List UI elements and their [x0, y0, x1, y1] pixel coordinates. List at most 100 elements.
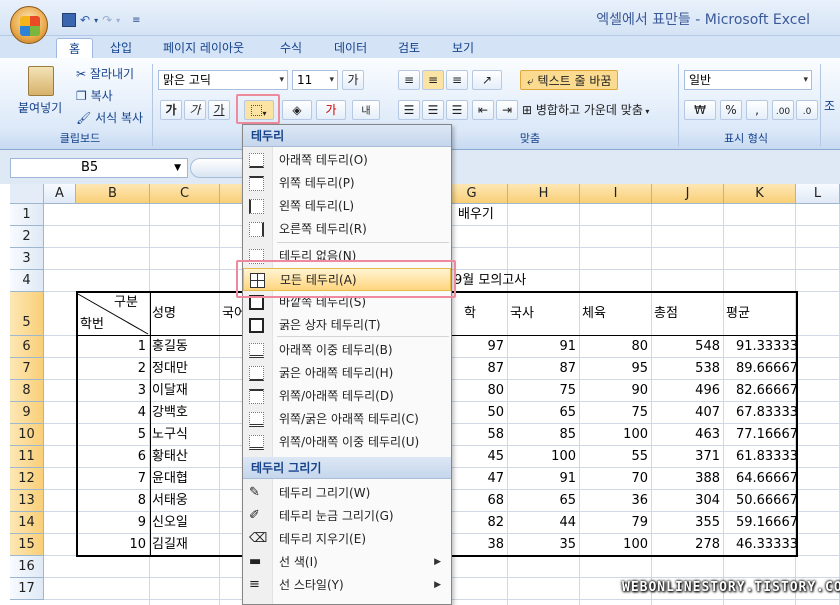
column-header-c[interactable]: C — [150, 184, 220, 204]
header-history[interactable]: 국사 — [510, 303, 534, 325]
bold-button[interactable]: 가 — [160, 100, 182, 120]
score-i-cell[interactable]: 79 — [580, 512, 648, 534]
menu-item-border-11[interactable]: 위쪽/아래쪽 테두리(D) — [243, 385, 451, 408]
tab-home[interactable]: 홈 — [56, 38, 94, 58]
paste-button[interactable]: 붙여넣기 — [18, 98, 62, 118]
tab-formulas[interactable]: 수식 — [280, 38, 302, 58]
align-center-button[interactable]: ☰ — [422, 100, 444, 120]
score-i-cell[interactable]: 55 — [580, 446, 648, 468]
student-name-cell[interactable]: 서태웅 — [152, 490, 188, 512]
row-header-2[interactable]: 2 — [10, 226, 44, 248]
styles-group-truncated[interactable]: 조 — [824, 96, 835, 116]
student-name-cell[interactable]: 황태산 — [152, 446, 188, 468]
tab-review[interactable]: 검토 — [398, 38, 420, 58]
score-h-cell[interactable]: 100 — [508, 446, 576, 468]
student-number-cell[interactable]: 6 — [76, 446, 146, 468]
menu-item-border-4[interactable]: 오른쪽 테두리(R) — [243, 218, 451, 241]
menu-item-border-13[interactable]: 위쪽/아래쪽 이중 테두리(U) — [243, 431, 451, 454]
merge-center-button[interactable]: ⊞ 병합하고 가운데 맞춤 ▾ — [522, 100, 649, 120]
decrease-decimal-button[interactable]: .0 — [796, 100, 818, 120]
row-header-16[interactable]: 16 — [10, 556, 44, 578]
score-h-cell[interactable]: 35 — [508, 534, 576, 556]
align-middle-button[interactable]: ≡ — [422, 70, 444, 90]
total-cell[interactable]: 538 — [652, 358, 720, 380]
copy-button[interactable]: ❐ 복사 — [76, 86, 113, 106]
header-corner-bottom[interactable]: 학번 — [80, 314, 104, 336]
menu-item-draw-1[interactable]: ✎ 테두리 그리기(W) — [243, 482, 451, 505]
menu-item-draw-3[interactable]: ⌫ 테두리 지우기(E) — [243, 528, 451, 551]
grow-font-button[interactable]: 가 — [342, 70, 364, 90]
score-i-cell[interactable]: 90 — [580, 380, 648, 402]
font-name-combo[interactable]: 맑은 고딕 ▾ — [158, 70, 288, 90]
score-h-cell[interactable]: 91 — [508, 336, 576, 358]
score-i-cell[interactable]: 36 — [580, 490, 648, 512]
decrease-indent-button[interactable]: ⇤ — [472, 100, 494, 120]
score-h-cell[interactable]: 65 — [508, 490, 576, 512]
formula-bar-grip[interactable] — [190, 158, 250, 178]
tab-insert[interactable]: 삽입 — [110, 38, 132, 58]
column-header-l[interactable]: L — [796, 184, 840, 204]
header-name[interactable]: 성명 — [152, 303, 176, 325]
student-number-cell[interactable]: 5 — [76, 424, 146, 446]
menu-item-border-2[interactable]: 위쪽 테두리(P) — [243, 172, 451, 195]
sheet-title-cell[interactable]: 배우기 — [458, 204, 494, 226]
header-average[interactable]: 평균 — [726, 303, 750, 325]
paste-icon[interactable] — [28, 66, 54, 96]
tab-data[interactable]: 데이터 — [334, 38, 367, 58]
row-header-17[interactable]: 17 — [10, 578, 44, 600]
wrap-text-button[interactable]: ⤶ 텍스트 줄 바꿈 — [520, 70, 619, 90]
student-number-cell[interactable]: 7 — [76, 468, 146, 490]
total-cell[interactable]: 304 — [652, 490, 720, 512]
student-name-cell[interactable]: 김길재 — [152, 534, 188, 556]
menu-item-border-9[interactable]: 아래쪽 이중 테두리(B) — [243, 339, 451, 362]
total-cell[interactable]: 355 — [652, 512, 720, 534]
row-header-13[interactable]: 13 — [10, 490, 44, 512]
phonetic-button[interactable]: 내 — [352, 100, 380, 120]
increase-decimal-button[interactable]: .00 — [772, 100, 794, 120]
student-number-cell[interactable]: 8 — [76, 490, 146, 512]
average-cell[interactable]: 91.33333 — [724, 336, 798, 358]
header-corner-top[interactable]: 구분 — [114, 292, 138, 314]
underline-button[interactable]: 가 — [208, 100, 230, 120]
header-pe[interactable]: 체육 — [582, 303, 606, 325]
average-cell[interactable]: 89.66667 — [724, 358, 798, 380]
row-header-6[interactable]: 6 — [10, 336, 44, 358]
average-cell[interactable]: 67.83333 — [724, 402, 798, 424]
average-cell[interactable]: 50.66667 — [724, 490, 798, 512]
row-header-10[interactable]: 10 — [10, 424, 44, 446]
column-header-b[interactable]: B — [76, 184, 150, 204]
score-i-cell[interactable]: 70 — [580, 468, 648, 490]
menu-item-border-10[interactable]: 굵은 아래쪽 테두리(H) — [243, 362, 451, 385]
menu-item-draw-2[interactable]: ✐ 테두리 눈금 그리기(G) — [243, 505, 451, 528]
sheet-subtitle-cell[interactable]: 9월 모의고사 — [454, 270, 526, 292]
student-name-cell[interactable]: 홍길동 — [152, 336, 188, 358]
average-cell[interactable]: 82.66667 — [724, 380, 798, 402]
column-header-k[interactable]: K — [724, 184, 796, 204]
align-right-button[interactable]: ☰ — [446, 100, 468, 120]
cut-button[interactable]: ✂ 잘라내기 — [76, 64, 134, 84]
column-header-h[interactable]: H — [508, 184, 580, 204]
increase-indent-button[interactable]: ⇥ — [496, 100, 518, 120]
student-name-cell[interactable]: 이달재 — [152, 380, 188, 402]
average-cell[interactable]: 77.16667 — [724, 424, 798, 446]
total-cell[interactable]: 388 — [652, 468, 720, 490]
total-cell[interactable]: 278 — [652, 534, 720, 556]
student-name-cell[interactable]: 정대만 — [152, 358, 188, 380]
tab-page-layout[interactable]: 페이지 레이아웃 — [163, 38, 244, 58]
total-cell[interactable]: 407 — [652, 402, 720, 424]
name-box[interactable]: B5 ▼ — [10, 158, 188, 178]
score-i-cell[interactable]: 80 — [580, 336, 648, 358]
score-i-cell[interactable]: 75 — [580, 402, 648, 424]
student-number-cell[interactable]: 10 — [76, 534, 146, 556]
font-size-combo[interactable]: 11 ▾ — [292, 70, 338, 90]
row-header-4[interactable]: 4 — [10, 270, 44, 292]
tab-view[interactable]: 보기 — [452, 38, 474, 58]
header-math[interactable]: 학 — [464, 303, 476, 325]
menu-item-border-1[interactable]: 아래쪽 테두리(O) — [243, 149, 451, 172]
number-format-combo[interactable]: 일반 ▾ — [684, 70, 812, 90]
format-painter-button[interactable]: 🖌 서식 복사 — [76, 108, 143, 128]
average-cell[interactable]: 64.66667 — [724, 468, 798, 490]
score-h-cell[interactable]: 85 — [508, 424, 576, 446]
row-header-11[interactable]: 11 — [10, 446, 44, 468]
percent-button[interactable]: % — [720, 100, 742, 120]
